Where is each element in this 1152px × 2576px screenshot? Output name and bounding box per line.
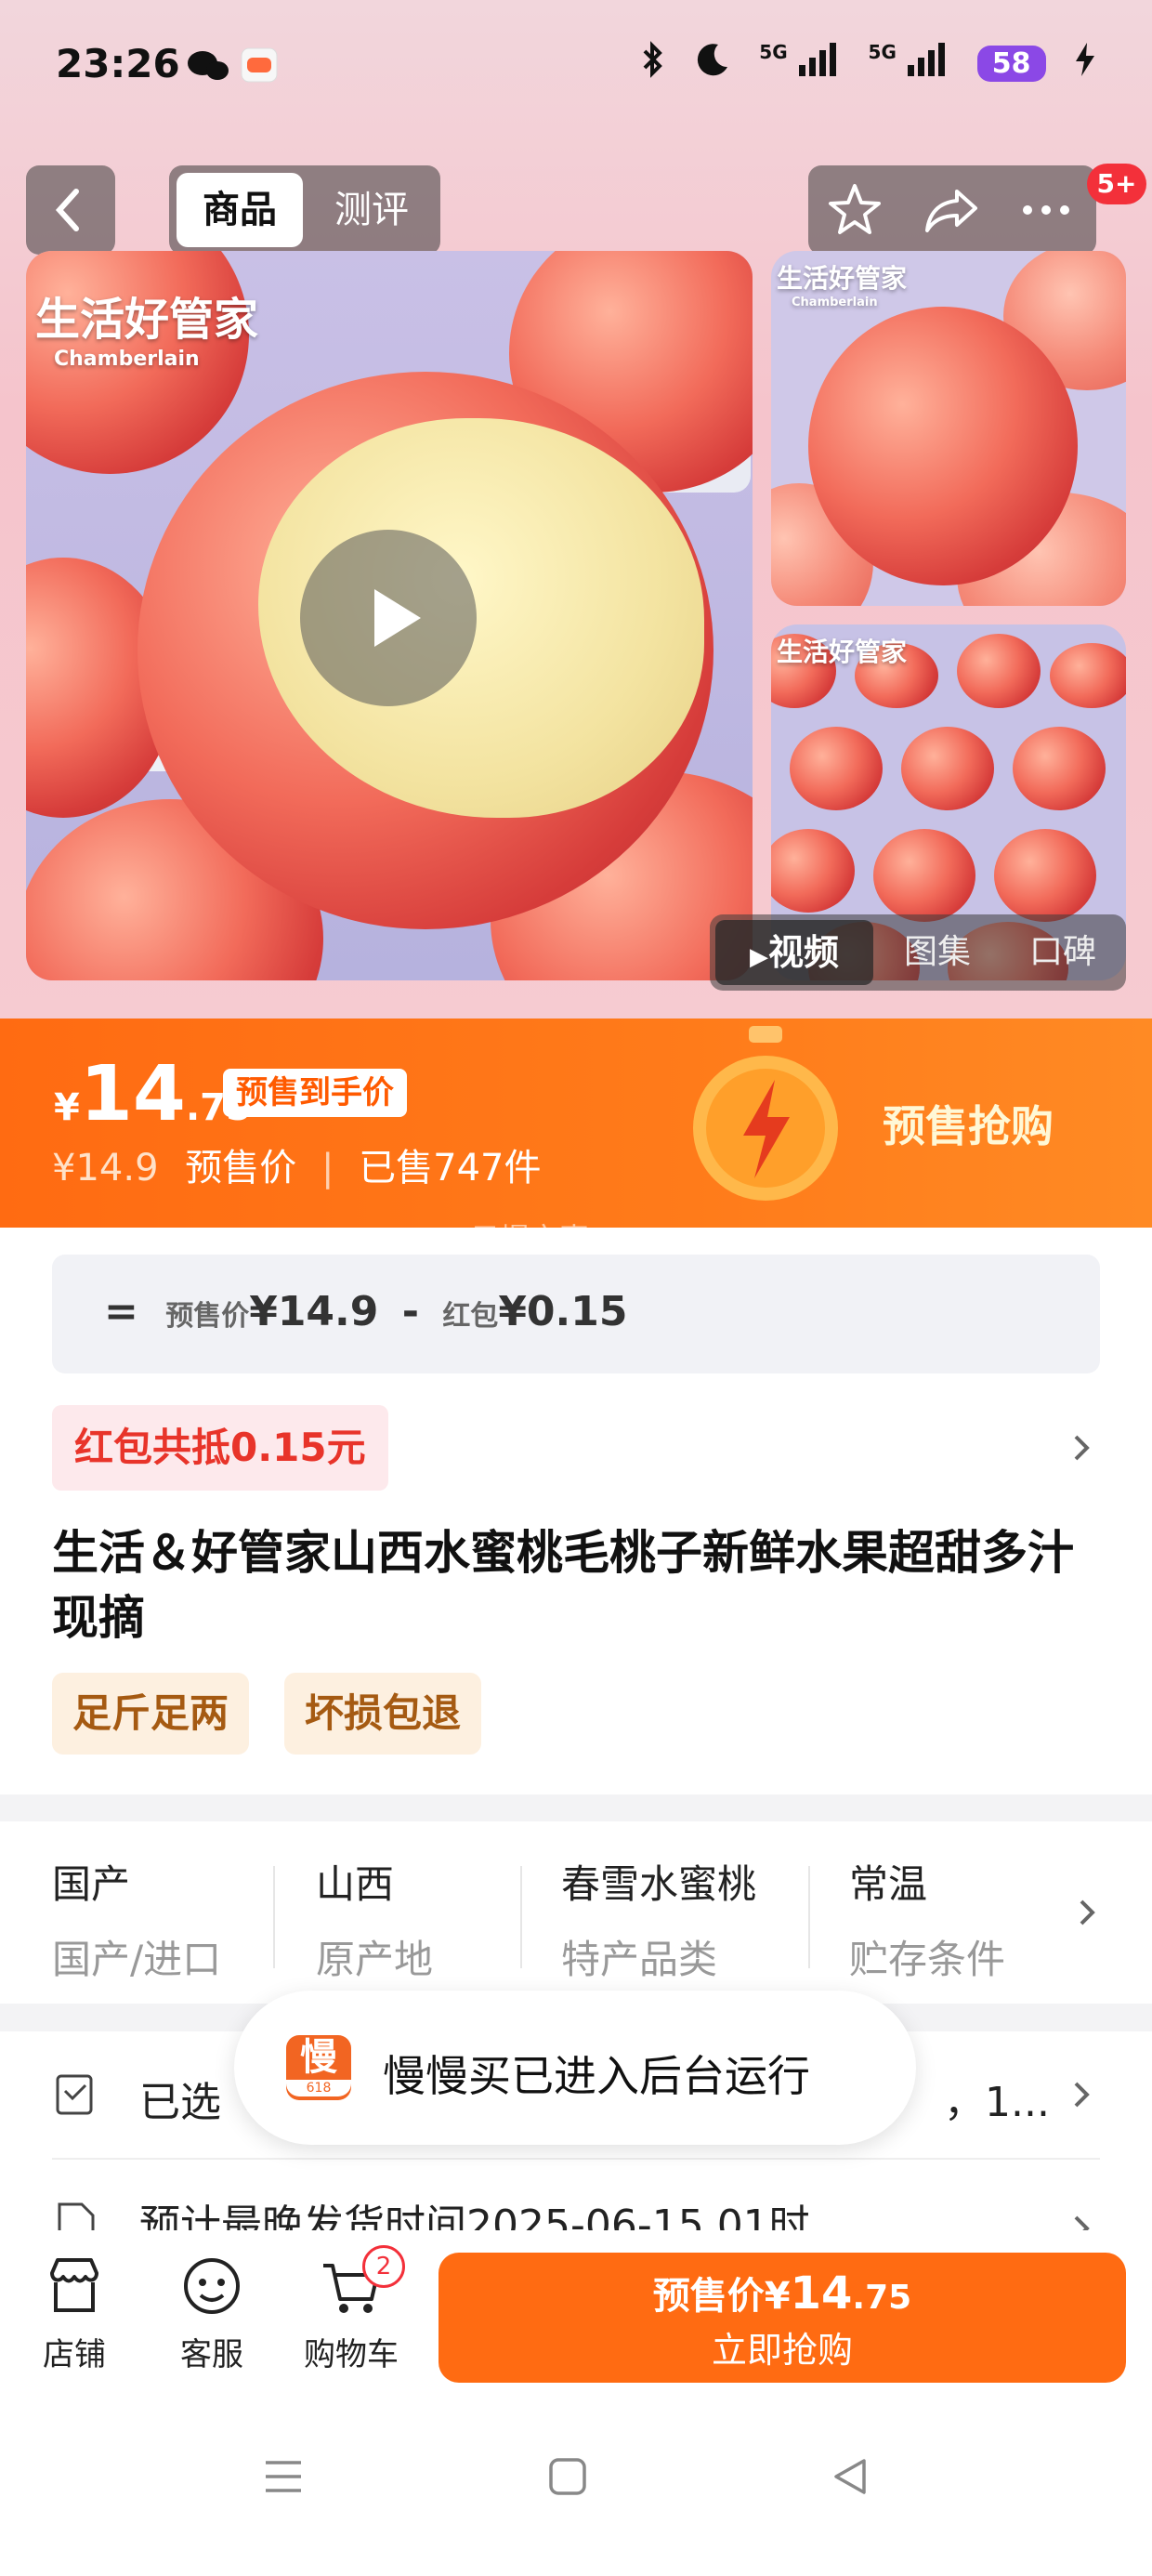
system-navigation-bar — [0, 2398, 1152, 2576]
main-video-thumbnail[interactable]: 生活好管家 Chamberlain — [26, 251, 753, 980]
gallery-thumbnail-1[interactable]: 生活好管家 Chamberlain — [771, 251, 1126, 606]
cart-count-badge: 2 — [362, 2245, 405, 2288]
buy-price-dec: .75 — [852, 2279, 912, 2317]
price-currency: ¥ — [54, 1086, 80, 1129]
eq-sign: = — [104, 1288, 138, 1335]
bottom-action-bar: 店铺 客服 购物车 2 预售价¥14.75 立即抢购 — [0, 2230, 1152, 2398]
price-breakdown: = 预售价¥14.9 - 红包¥0.15 — [52, 1255, 1100, 1373]
tab-review[interactable]: 测评 — [308, 173, 435, 247]
selection-doc-icon — [56, 2074, 93, 2115]
buy-price-prefix: 预售价¥ — [652, 2275, 791, 2318]
back-nav-icon[interactable] — [827, 2453, 873, 2500]
battery-indicator: 58 — [976, 45, 1046, 82]
breakdown-presale-label: 预售价 — [165, 1300, 250, 1333]
star-favorite-icon[interactable] — [823, 178, 886, 242]
spec-item-storage: 常温 贮存条件 — [849, 1861, 1006, 1982]
price-integer: 14 — [79, 1050, 186, 1138]
breakdown-red-price: ¥0.15 — [498, 1288, 628, 1335]
buy-now-button[interactable]: 预售价¥14.75 立即抢购 — [439, 2253, 1126, 2383]
price-banner: ¥14.75 预售到手价 ¥14.9 预售价 | 已售747件 预售抢购 只爆京… — [0, 1019, 1152, 1256]
customer-service-icon — [184, 2258, 240, 2314]
play-icon — [374, 589, 421, 647]
menu-nav-icon[interactable] — [260, 2453, 307, 2500]
breakdown-presale-price: ¥14.9 — [249, 1288, 379, 1335]
buy-now-label: 立即抢购 — [711, 2330, 853, 2371]
moon-icon — [694, 41, 731, 85]
service-tag-refund: 坏损包退 — [284, 1673, 482, 1755]
tab-product-label: 商品 — [203, 189, 277, 231]
breakdown-red-label: 红包 — [442, 1300, 499, 1333]
buy-price-int: 14 — [790, 2267, 853, 2320]
game-app-icon — [241, 47, 278, 83]
share-icon[interactable] — [920, 178, 983, 242]
presale-buy-cta[interactable]: 预售抢购 — [883, 1093, 1054, 1154]
chevron-right-icon — [1074, 2082, 1090, 2108]
back-button[interactable] — [26, 165, 115, 255]
gallery-tab-video[interactable]: ▶视频 — [715, 920, 873, 985]
gallery-tab-images[interactable]: 图集 — [886, 920, 988, 985]
divider: | — [321, 1147, 334, 1189]
brand-logo-main: 生活好管家 Chamberlain — [35, 294, 259, 371]
play-small-icon: ▶ — [749, 943, 768, 971]
presale-price-tag: 预售到手价 — [223, 1069, 407, 1117]
status-time: 23:26 — [56, 41, 180, 86]
presale-label: 预售价 — [185, 1147, 297, 1189]
shop-label: 店铺 — [43, 2336, 106, 2373]
customer-service-label: 客服 — [180, 2336, 243, 2373]
notification-badge: 5+ — [1087, 164, 1146, 204]
spec-item-category: 春雪水蜜桃 特产品类 — [561, 1861, 757, 1982]
gallery-tabs: ▶视频 图集 口碑 — [710, 914, 1126, 991]
wechat-icon — [188, 51, 229, 80]
signal-icon-1: 5G — [759, 41, 840, 85]
signal-icon-2: 5G — [869, 41, 949, 85]
spec-item-origin-type: 国产 国产/进口 — [52, 1861, 222, 1982]
cart-button[interactable]: 购物车 2 — [295, 2245, 407, 2374]
stopwatch-icon — [693, 1026, 838, 1201]
coupon-tag: 红包共抵0.15元 — [52, 1405, 388, 1491]
play-button[interactable] — [300, 530, 477, 706]
gallery-tab-reviews[interactable]: 口碑 — [1007, 920, 1119, 985]
chevron-right-icon — [1074, 1435, 1090, 1461]
selected-suffix: ，1... — [944, 2079, 1050, 2126]
charging-icon — [1074, 41, 1096, 85]
original-price: ¥14.9 — [52, 1147, 159, 1189]
product-title: 生活＆好管家山西水蜜桃毛桃子新鲜水果超甜多汁现摘 — [52, 1526, 1074, 1645]
spec-divider — [520, 1866, 522, 1968]
tab-review-label: 测评 — [334, 189, 409, 231]
status-right: 5G 5G 58 — [622, 41, 1096, 85]
customer-service-button[interactable]: 客服 — [165, 2253, 258, 2374]
chevron-right-icon — [1080, 1899, 1095, 1925]
shop-icon — [50, 2258, 98, 2312]
service-tag-weight: 足斤足两 — [52, 1673, 250, 1755]
selected-prefix: 已选 — [139, 2079, 221, 2126]
bluetooth-icon — [641, 41, 665, 85]
background-run-toast: 慢 618 慢慢买已进入后台运行 — [234, 1991, 916, 2145]
tab-product[interactable]: 商品 — [177, 173, 303, 247]
header-actions — [808, 165, 1096, 255]
row-divider — [52, 2158, 1100, 2160]
sold-count: 已售747件 — [359, 1147, 542, 1189]
spec-divider — [808, 1866, 810, 1968]
status-app-icons — [186, 45, 288, 89]
brand-logo-thumb-2: 生活好管家 — [777, 637, 908, 667]
header-tabs: 商品 测评 — [169, 165, 440, 255]
chevron-left-icon — [55, 189, 79, 231]
brand-logo-thumb-1: 生活好管家 Chamberlain — [777, 263, 908, 309]
specs-section[interactable]: 国产 国产/进口 山西 原产地 春雪水蜜桃 特产品类 常温 贮存条件 — [0, 1821, 1152, 2004]
cart-label: 购物车 — [304, 2336, 399, 2373]
coupon-row[interactable]: 红包共抵0.15元 — [52, 1405, 1100, 1491]
more-icon[interactable] — [1015, 178, 1078, 242]
manmanmai-app-icon: 慢 618 — [286, 2035, 351, 2100]
home-nav-icon[interactable] — [544, 2453, 591, 2500]
toast-text: 慢慢买已进入后台运行 — [383, 2051, 810, 2101]
shop-button[interactable]: 店铺 — [28, 2253, 121, 2374]
spec-divider — [273, 1866, 275, 1968]
minus-sign: - — [401, 1288, 419, 1335]
spec-item-origin: 山西 原产地 — [316, 1861, 434, 1982]
